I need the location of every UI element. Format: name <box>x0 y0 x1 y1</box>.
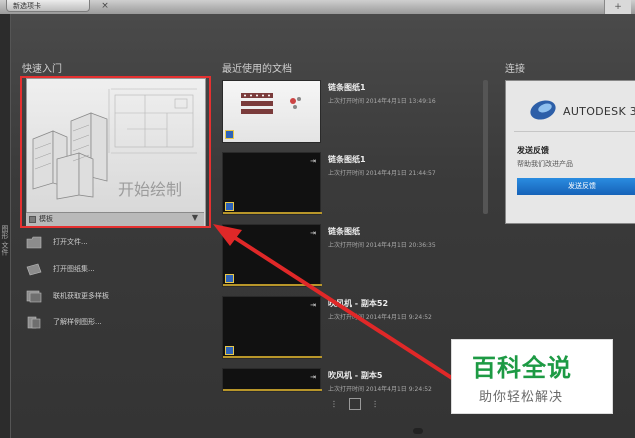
online-templates-label: 联机获取更多样板 <box>53 292 109 300</box>
tab-close-icon[interactable]: × <box>96 0 114 12</box>
recent-doc-title[interactable]: 吹风机 - 副本52 <box>328 298 388 309</box>
sample-drawing-icon <box>27 316 41 329</box>
sample-drawings-label: 了解样例图形... <box>53 318 102 326</box>
section-recent-docs: 最近使用的文档 <box>222 64 292 75</box>
tab-new[interactable]: 新选项卡 <box>6 0 90 12</box>
send-feedback-button[interactable]: 发送反馈 <box>517 178 635 195</box>
dwg-file-icon <box>225 346 234 355</box>
dwg-file-icon <box>225 274 234 283</box>
section-quick-start: 快速入门 <box>22 64 62 75</box>
file-tab-label: 图形 文件 <box>1 224 9 256</box>
drawing-preview-icon <box>241 93 301 114</box>
recent-doc-meta: 上次打开时间 2014年4月1日 13:49:16 <box>328 98 436 105</box>
open-sheet-set-label: 打开图纸集... <box>53 265 95 273</box>
recent-doc-meta: 上次打开时间 2014年4月1日 9:24:52 <box>328 386 432 393</box>
watermark-badge: 百科全说 助你轻松解决 <box>451 339 613 414</box>
feedback-subtext: 帮助我们改进产品 <box>517 160 573 168</box>
autodesk-logo-icon <box>530 100 556 120</box>
status-indicator <box>413 428 423 434</box>
recent-doc-thumbnail[interactable] <box>222 80 321 143</box>
open-file-label: 打开文件... <box>53 238 88 246</box>
recent-doc-title[interactable]: 链条图纸1 <box>328 154 366 165</box>
new-tab-button[interactable]: + <box>604 0 631 14</box>
list-view-icon[interactable]: ⋮ <box>330 400 338 409</box>
recent-doc-title[interactable]: 吹风机 - 副本5 <box>328 370 382 381</box>
annotation-highlight-box <box>20 76 211 228</box>
watermark-subtitle: 助你轻松解决 <box>479 390 564 405</box>
thumb-accent-line <box>223 212 322 214</box>
pin-icon[interactable]: ⇥ <box>310 157 316 165</box>
recent-doc-thumbnail[interactable]: ⇥ <box>222 224 322 287</box>
pin-icon[interactable]: ⇥ <box>310 229 316 237</box>
grid-view-icon[interactable] <box>348 398 361 410</box>
recent-doc-title[interactable]: 链条图纸 <box>328 226 360 237</box>
thumb-accent-line <box>223 284 322 286</box>
folder-icon <box>26 236 42 249</box>
section-connect: 连接 <box>505 64 525 75</box>
autodesk-brand: AUTODESK 3 <box>563 105 635 118</box>
recent-doc-meta: 上次打开时间 2014年4月1日 9:24:52 <box>328 314 432 321</box>
recent-doc-thumbnail[interactable]: ⇥ <box>222 296 322 359</box>
online-template-icon <box>26 290 42 303</box>
pin-icon[interactable]: ⇥ <box>310 301 316 309</box>
thumb-accent-line <box>223 389 322 391</box>
recent-doc-thumbnail[interactable]: ⇥ <box>222 152 322 215</box>
view-toggle[interactable]: ⋮ ⋮ <box>330 398 379 410</box>
dwg-file-icon <box>225 202 234 211</box>
recent-doc-title[interactable]: 链条图纸1 <box>328 82 366 93</box>
divider <box>514 131 635 132</box>
recent-doc-meta: 上次打开时间 2014年4月1日 21:44:57 <box>328 170 436 177</box>
detail-view-icon[interactable]: ⋮ <box>371 400 379 409</box>
pin-icon[interactable]: ⇥ <box>310 373 316 381</box>
connect-card: AUTODESK 3 发送反馈 帮助我们改进产品 发送反馈 <box>505 80 635 224</box>
watermark-title: 百科全说 <box>472 354 572 382</box>
recent-doc-thumbnail[interactable]: ⇥ <box>222 368 322 392</box>
recent-docs-scrollbar[interactable] <box>483 80 488 214</box>
feedback-heading: 发送反馈 <box>517 146 549 155</box>
recent-doc-meta: 上次打开时间 2014年4月1日 20:36:35 <box>328 242 436 249</box>
dwg-file-icon <box>225 130 234 139</box>
sheet-set-icon <box>26 263 42 276</box>
thumb-accent-line <box>223 356 322 358</box>
